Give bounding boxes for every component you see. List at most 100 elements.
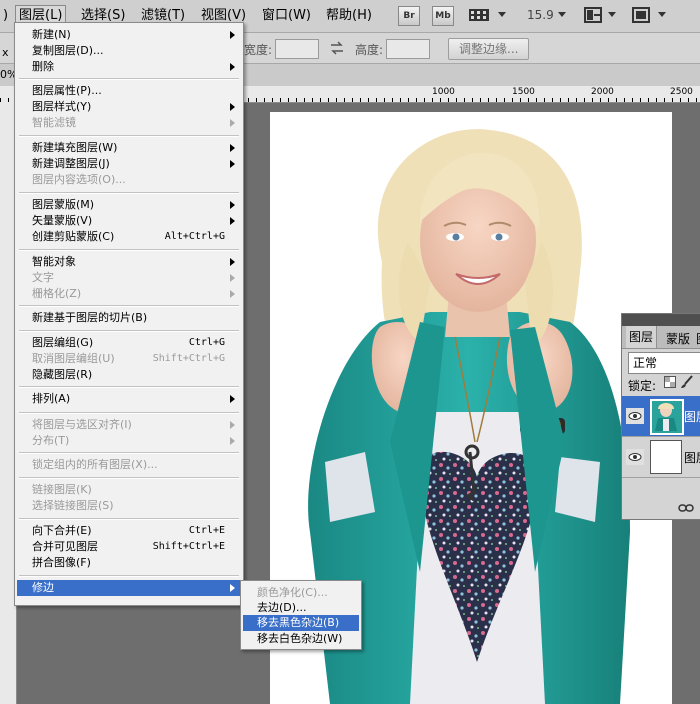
menu-item[interactable]: 取消图层编组(U) Shift+Ctrl+G xyxy=(17,351,241,367)
ruler-tick xyxy=(256,98,257,102)
tab-other[interactable]: 图 xyxy=(696,330,700,347)
chevron-down-icon[interactable] xyxy=(558,12,566,17)
chevron-right-icon xyxy=(230,31,235,39)
submenu-item[interactable]: 移去黑色杂边(B) xyxy=(243,615,359,631)
menu-item[interactable]: 新建调整图层(J) xyxy=(17,156,241,172)
refine-edge-button[interactable]: 调整边缘... xyxy=(448,38,530,60)
tab-layers[interactable]: 图层 xyxy=(626,326,658,348)
menu-shortcut: Shift+Ctrl+E xyxy=(152,541,225,552)
chevron-down-icon[interactable] xyxy=(658,12,666,17)
menu-item-label: 隐藏图层(R) xyxy=(32,368,93,381)
menu-item-label: 图层内容选项(O)... xyxy=(32,173,126,186)
chevron-down-icon[interactable] xyxy=(608,12,616,17)
ruler-tick xyxy=(560,98,561,102)
menu-item[interactable]: 创建剪贴蒙版(C) Alt+Ctrl+G xyxy=(17,229,241,245)
menu-item[interactable]: 将图层与选区对齐(I) xyxy=(17,417,241,433)
menu-item[interactable]: 分布(T) xyxy=(17,433,241,449)
menu-item-label: 复制图层(D)... xyxy=(32,44,104,57)
menu-item[interactable]: 新建基于图层的切片(B) xyxy=(17,310,241,326)
menu-item-label: 修边 xyxy=(32,581,54,594)
chevron-right-icon xyxy=(230,274,235,282)
ruler-tick xyxy=(248,98,249,102)
menu-item-label: 矢量蒙版(V) xyxy=(32,214,93,227)
submenu-item[interactable]: 去边(D)... xyxy=(243,600,359,616)
menu-partial[interactable]: ) xyxy=(0,6,11,26)
menu-item[interactable]: 锁定组内的所有图层(X)... xyxy=(17,457,241,473)
width-input[interactable] xyxy=(275,39,319,59)
height-input[interactable] xyxy=(386,39,430,59)
ruler-tick xyxy=(656,98,657,102)
menu-window[interactable]: 窗口(W) xyxy=(259,6,314,26)
lock-transparency-icon[interactable] xyxy=(664,376,676,388)
menu-item[interactable]: 向下合并(E) Ctrl+E xyxy=(17,523,241,539)
swap-icon[interactable] xyxy=(330,41,344,55)
menu-item[interactable]: 新建填充图层(W) xyxy=(17,140,241,156)
menu-item[interactable]: 选择链接图层(S) xyxy=(17,498,241,514)
submenu-item[interactable]: 颜色净化(C)... xyxy=(243,585,359,601)
menu-item[interactable]: 矢量蒙版(V) xyxy=(17,213,241,229)
ruler-tick xyxy=(408,98,409,102)
menu-separator xyxy=(19,412,239,414)
chevron-right-icon xyxy=(230,437,235,445)
menu-item[interactable]: 修边 xyxy=(17,580,241,596)
layer-row-selected[interactable]: 图层 xyxy=(622,396,700,437)
menu-item[interactable]: 排列(A) xyxy=(17,391,241,407)
menu-item-label: 新建填充图层(W) xyxy=(32,141,118,154)
mini-bridge-button[interactable]: Mb xyxy=(432,6,454,26)
ruler-label: 2000 xyxy=(591,87,614,97)
menu-separator xyxy=(19,249,239,251)
panel-title-bar[interactable] xyxy=(622,314,700,326)
chevron-right-icon xyxy=(230,160,235,168)
menu-item-label: 智能对象 xyxy=(32,255,76,268)
menu-item[interactable]: 栅格化(Z) xyxy=(17,286,241,302)
chevron-down-icon[interactable] xyxy=(498,12,506,17)
menu-item[interactable]: 合并可见图层 Shift+Ctrl+E xyxy=(17,539,241,555)
ruler-tick xyxy=(624,98,625,102)
ruler-tick xyxy=(272,98,273,102)
ruler-tick xyxy=(424,98,425,102)
chevron-right-icon xyxy=(230,258,235,266)
menu-item[interactable]: 复制图层(D)... xyxy=(17,43,241,59)
ruler-tick xyxy=(312,98,313,102)
link-icon[interactable] xyxy=(678,502,694,512)
menu-item[interactable]: 图层内容选项(O)... xyxy=(17,172,241,188)
menu-help[interactable]: 帮助(H) xyxy=(323,6,375,26)
chevron-right-icon xyxy=(230,584,235,592)
menu-item[interactable]: 图层样式(Y) xyxy=(17,99,241,115)
menu-item[interactable]: 图层编组(G) Ctrl+G xyxy=(17,335,241,351)
menu-item-label: 新建基于图层的切片(B) xyxy=(32,311,148,324)
eye-icon[interactable] xyxy=(626,449,644,465)
menu-item[interactable]: 新建(N) xyxy=(17,27,241,43)
zoom-level[interactable]: 15.9 xyxy=(527,8,554,22)
menu-item[interactable]: 智能对象 xyxy=(17,254,241,270)
menu-item-label: 排列(A) xyxy=(32,392,71,405)
ruler-tick xyxy=(592,98,593,102)
menu-item[interactable]: 智能滤镜 xyxy=(17,115,241,131)
ruler-tick xyxy=(552,98,553,102)
menu-item[interactable]: 删除 xyxy=(17,59,241,75)
menu-item[interactable]: 链接图层(K) xyxy=(17,482,241,498)
menu-item[interactable]: 隐藏图层(R) xyxy=(17,367,241,383)
menu-shortcut: Ctrl+G xyxy=(188,337,225,348)
menu-item[interactable]: 文字 xyxy=(17,270,241,286)
arrange-documents-icon[interactable] xyxy=(584,7,602,23)
film-strip-icon[interactable] xyxy=(468,6,490,24)
eye-icon[interactable] xyxy=(626,408,644,424)
chevron-right-icon xyxy=(230,119,235,127)
tab-masks[interactable]: 蒙版 xyxy=(666,330,690,347)
menu-shortcut: Shift+Ctrl+G xyxy=(152,353,225,364)
blend-mode-select[interactable]: 正常 xyxy=(628,352,700,374)
menu-item[interactable]: 拼合图像(F) xyxy=(17,555,241,571)
layer-row[interactable]: 图层 xyxy=(622,437,700,478)
submenu-item[interactable]: 移去白色杂边(W) xyxy=(243,631,359,647)
menu-item-label: 分布(T) xyxy=(32,434,70,447)
menu-separator xyxy=(19,192,239,194)
menu-item-label: 拼合图像(F) xyxy=(32,556,91,569)
screen-mode-icon[interactable] xyxy=(632,7,650,23)
menu-item[interactable]: 图层属性(P)... xyxy=(17,83,241,99)
brush-icon[interactable] xyxy=(680,375,694,389)
bridge-button[interactable]: Br xyxy=(398,6,420,26)
layer-thumbnail xyxy=(650,440,682,474)
ruler-tick xyxy=(608,98,609,102)
menu-item[interactable]: 图层蒙版(M) xyxy=(17,197,241,213)
